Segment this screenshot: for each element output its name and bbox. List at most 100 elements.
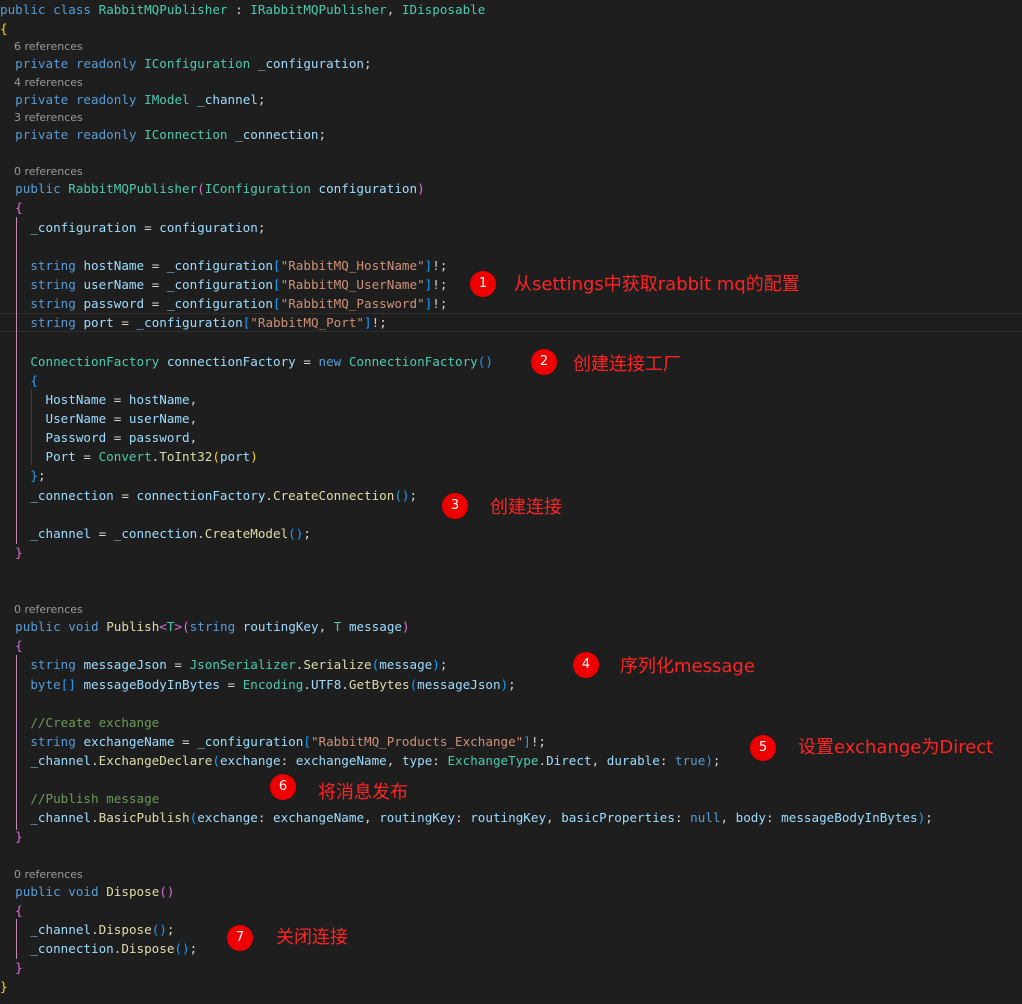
code-line[interactable]: Password = password, xyxy=(0,428,198,447)
punctuation-token: , xyxy=(364,810,380,825)
code-line[interactable]: }; xyxy=(0,466,45,485)
code-line[interactable]: //Publish message xyxy=(0,789,159,808)
punctuation-token: ; xyxy=(189,941,198,956)
punctuation-token xyxy=(0,903,15,918)
code-line[interactable]: } xyxy=(0,827,23,846)
punctuation-token: : xyxy=(674,810,691,825)
codelens-references[interactable]: 4 references xyxy=(14,76,83,90)
codelens-references[interactable]: 0 references xyxy=(14,165,83,179)
codelens-references[interactable]: 0 references xyxy=(14,603,83,617)
string-token: "RabbitMQ_HostName" xyxy=(280,258,425,273)
punctuation-token: = xyxy=(91,526,114,541)
code-line[interactable]: private readonly IConfiguration _configu… xyxy=(0,54,372,73)
code-line[interactable]: } xyxy=(0,977,8,996)
bracket-token: ) xyxy=(417,181,425,196)
identifier-token: _channel xyxy=(30,810,92,825)
code-line[interactable]: private readonly IConnection _connection… xyxy=(0,125,326,144)
bracket-token: () xyxy=(151,922,167,937)
punctuation-token xyxy=(0,430,46,445)
code-line[interactable]: { xyxy=(0,19,8,38)
string-token: "RabbitMQ_Port" xyxy=(250,315,365,330)
code-line[interactable]: public void Publish<T>(string routingKey… xyxy=(0,617,409,636)
punctuation-token: : xyxy=(227,2,251,17)
code-line[interactable]: string password = _configuration["Rabbit… xyxy=(0,294,447,313)
punctuation-token xyxy=(0,715,30,730)
code-line[interactable]: string hostName = _configuration["Rabbit… xyxy=(0,256,447,275)
code-line[interactable]: public void Dispose() xyxy=(0,882,174,901)
punctuation-token: , xyxy=(386,753,402,768)
punctuation-token: ; xyxy=(364,56,372,71)
identifier-token: password xyxy=(128,430,190,445)
punctuation-token: = xyxy=(144,296,167,311)
code-line[interactable]: _channel.ExchangeDeclare(exchange: excha… xyxy=(0,751,720,770)
method-token: Dispose xyxy=(98,922,152,937)
annotation-text: 创建连接 xyxy=(490,497,562,518)
code-line[interactable]: Port = Convert.ToInt32(port) xyxy=(0,447,258,466)
identifier-token: _configuration xyxy=(166,296,274,311)
type-token: RabbitMQPublisher xyxy=(68,181,198,196)
punctuation-token xyxy=(0,258,30,273)
bracket-token: ( xyxy=(182,619,190,634)
bracket-token: } xyxy=(30,468,38,483)
method-token: ToInt32 xyxy=(159,449,213,464)
code-line[interactable]: { xyxy=(0,371,38,390)
codelens-references[interactable]: 0 references xyxy=(14,868,83,882)
code-line[interactable]: _channel = _connection.CreateModel(); xyxy=(0,524,311,543)
type-token: IDisposable xyxy=(401,2,486,17)
code-line[interactable]: } xyxy=(0,543,23,562)
identifier-token: exchangeName xyxy=(295,753,387,768)
code-line[interactable]: //Create exchange xyxy=(0,713,159,732)
bracket-token: } xyxy=(15,829,23,844)
punctuation-token xyxy=(0,960,15,975)
punctuation-token xyxy=(228,127,236,142)
keyword-token: string xyxy=(189,619,236,634)
punctuation-token: : xyxy=(257,810,274,825)
punctuation-token: !; xyxy=(432,296,448,311)
identifier-token: port xyxy=(83,315,114,330)
punctuation-token xyxy=(137,56,145,71)
punctuation-token: = xyxy=(113,488,137,503)
identifier-token: _configuration xyxy=(136,315,243,330)
codelens-references[interactable]: 3 references xyxy=(14,111,83,125)
annotation-text: 从settings中获取rabbit mq的配置 xyxy=(514,274,800,295)
punctuation-token: , xyxy=(720,810,736,825)
code-line[interactable]: string exchangeName = _configuration["Ra… xyxy=(0,732,546,751)
code-line[interactable]: } xyxy=(0,958,23,977)
bracket-token: { xyxy=(0,21,8,36)
type-token: IConfiguration xyxy=(144,56,251,71)
identifier-token: routingKey xyxy=(379,810,456,825)
codelens-references[interactable]: 6 references xyxy=(14,40,83,54)
identifier-token: exchange xyxy=(197,810,258,825)
identifier-token: basicProperties xyxy=(561,810,675,825)
string-token: "RabbitMQ_UserName" xyxy=(280,277,425,292)
code-line[interactable]: { xyxy=(0,198,23,217)
punctuation-token xyxy=(0,56,15,71)
bracket-token: ( xyxy=(212,753,220,768)
code-editor[interactable]: 6 references 4 references 3 references 0… xyxy=(0,0,1022,1004)
code-line[interactable]: _connection = connectionFactory.CreateCo… xyxy=(0,486,417,505)
bracket-token: [ xyxy=(273,258,281,273)
code-line[interactable]: UserName = userName, xyxy=(0,409,198,428)
code-line[interactable]: byte[] messageBodyInBytes = Encoding.UTF… xyxy=(0,675,515,694)
code-line[interactable]: public RabbitMQPublisher(IConfiguration … xyxy=(0,179,425,198)
code-line[interactable]: string messageJson = JsonSerializer.Seri… xyxy=(0,655,447,674)
keyword-token: byte xyxy=(30,677,61,692)
annotation-badge: 6 xyxy=(270,774,296,800)
code-line[interactable]: HostName = hostName, xyxy=(0,390,198,409)
punctuation-token xyxy=(0,127,15,142)
punctuation-token: . xyxy=(91,810,99,825)
code-line[interactable]: public class RabbitMQPublisher : IRabbit… xyxy=(0,0,485,19)
code-line[interactable]: _configuration = configuration; xyxy=(0,218,265,237)
code-line[interactable]: ConnectionFactory connectionFactory = ne… xyxy=(0,352,493,371)
punctuation-token: ; xyxy=(303,526,311,541)
code-line[interactable]: string port = _configuration["RabbitMQ_P… xyxy=(0,313,386,332)
identifier-token: messageJson xyxy=(417,677,501,692)
method-token: Dispose xyxy=(121,941,175,956)
code-line[interactable]: _channel.BasicPublish(exchange: exchange… xyxy=(0,808,932,827)
code-line[interactable]: { xyxy=(0,636,23,655)
code-line[interactable]: { xyxy=(0,901,23,920)
code-line[interactable]: private readonly IModel _channel; xyxy=(0,90,265,109)
code-line[interactable]: string userName = _configuration["Rabbit… xyxy=(0,275,447,294)
code-line[interactable]: _connection.Dispose(); xyxy=(0,939,197,958)
code-line[interactable]: _channel.Dispose(); xyxy=(0,920,174,939)
